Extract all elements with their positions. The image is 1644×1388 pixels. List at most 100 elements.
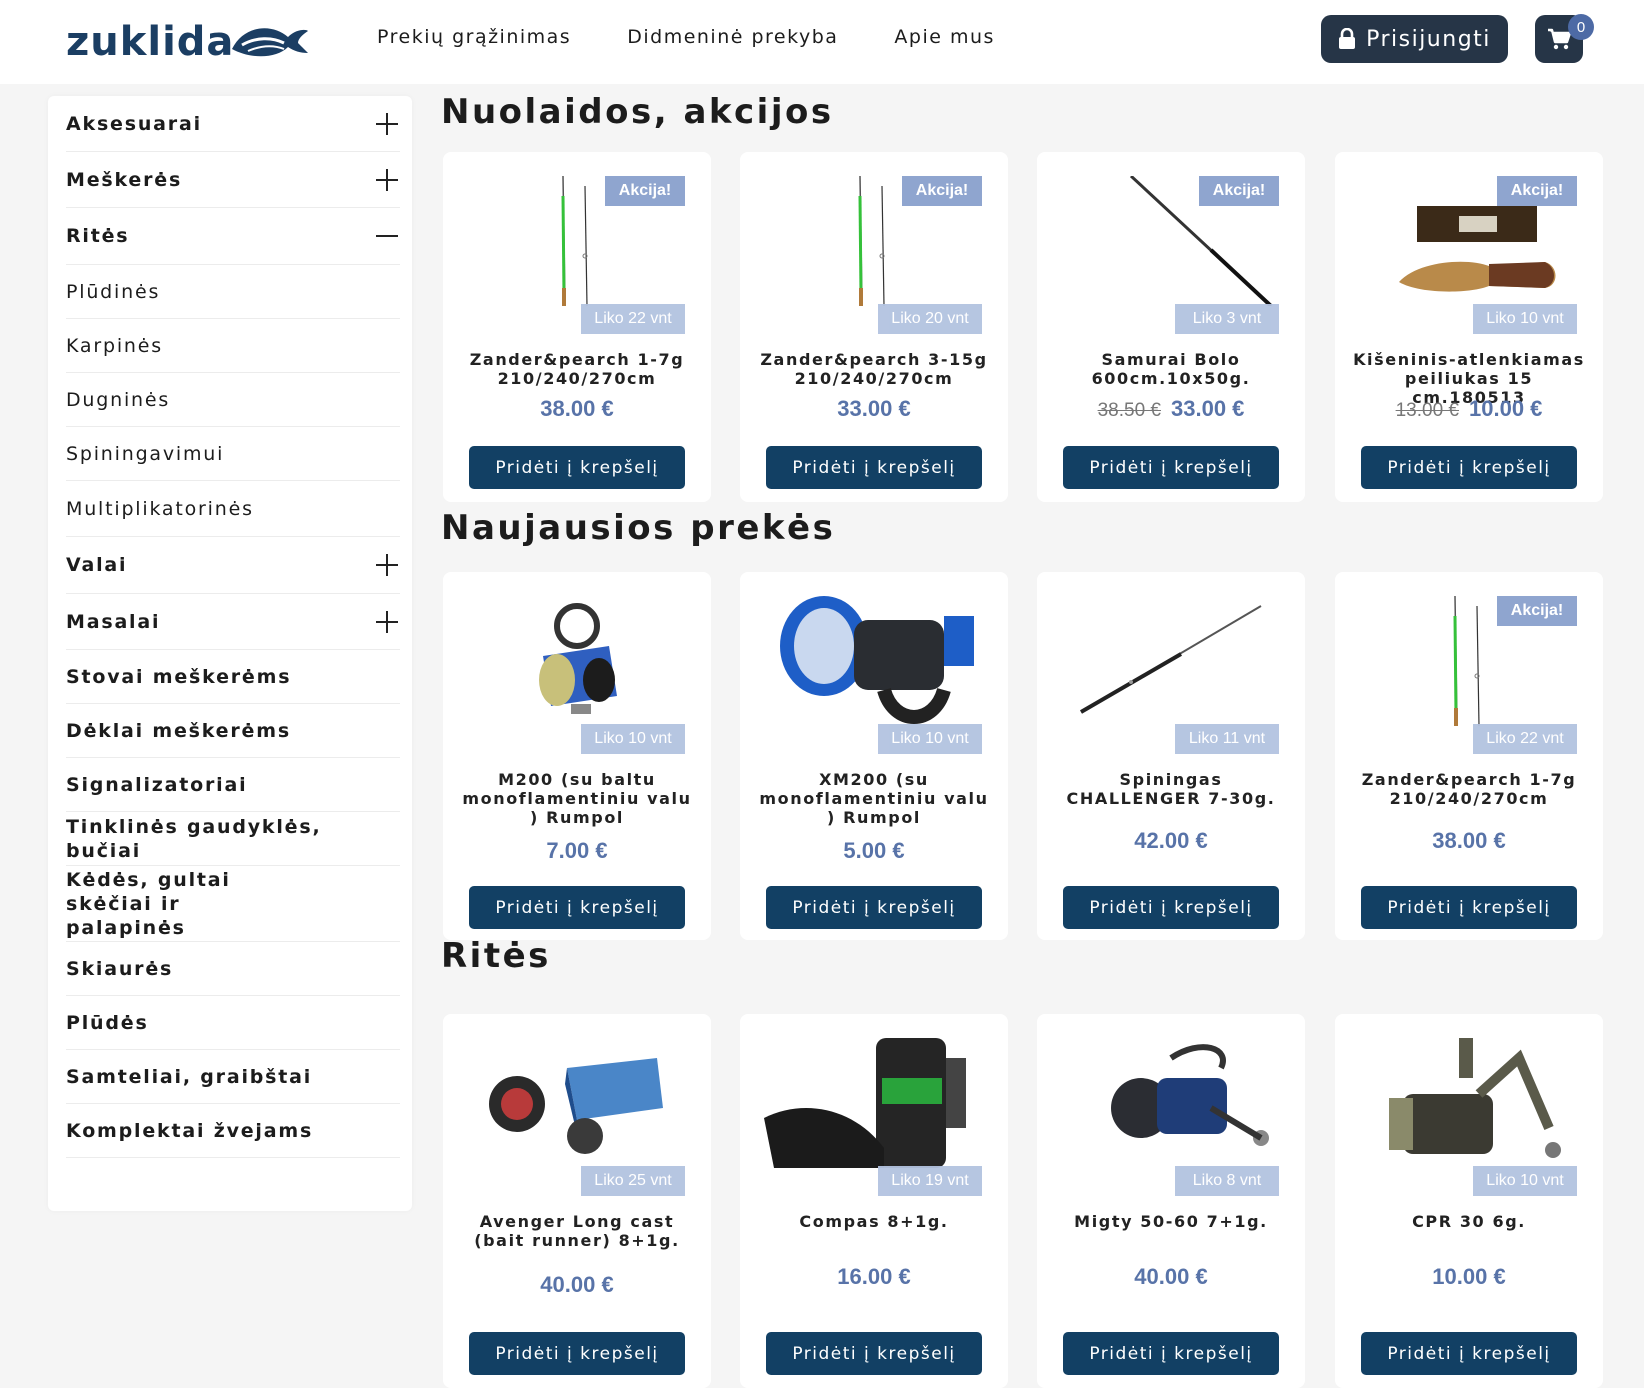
current-price: 38.00 €: [540, 396, 614, 421]
product-price: 13.00 € 10.00 €: [1335, 396, 1603, 422]
sidebar-category[interactable]: Stovai meškerėms: [66, 650, 400, 704]
sidebar-category[interactable]: Ritės: [66, 208, 400, 265]
product-card[interactable]: Akcija! Liko 22 vnt Zander&pearch 1-7g 210…: [1335, 572, 1603, 940]
sidebar-category-label: Valai: [66, 554, 128, 576]
old-price: 38.50 €: [1097, 400, 1161, 421]
add-to-cart-button[interactable]: Pridėti į krepšelį: [1063, 1332, 1279, 1375]
category-sidebar: Aksesuarai Meškerės Ritės Plūdinės Karpinės D…: [48, 96, 412, 1211]
sidebar-category[interactable]: Karpinės: [66, 319, 400, 373]
collapse-minus-icon[interactable]: [376, 225, 398, 247]
product-card[interactable]: Akcija! Liko 20 vnt Zander&pearch 3-15g 21…: [740, 152, 1008, 502]
main-nav: Prekių grąžinimas Didmeninė prekyba Apie m…: [377, 26, 995, 48]
sidebar-category[interactable]: Valai: [66, 537, 400, 594]
sidebar-category-label: Meškerės: [66, 168, 183, 191]
product-card[interactable]: Liko 8 vnt Migty 50-60 7+1g. 40.00 € Pridėt…: [1037, 1014, 1305, 1388]
sidebar-category[interactable]: Komplektai žvejams: [66, 1104, 400, 1158]
sidebar-category[interactable]: Skiaurės: [66, 942, 400, 996]
product-name[interactable]: XM200 (su monoflamentiniu valu ) Rumpol: [754, 770, 994, 827]
product-name[interactable]: Zander&pearch 1-7g 210/240/270cm: [457, 350, 697, 388]
nav-link-0[interactable]: Prekių grąžinimas: [377, 26, 571, 48]
add-to-cart-button[interactable]: Pridėti į krepšelį: [1361, 886, 1577, 929]
sidebar-category[interactable]: Plūdinės: [66, 265, 400, 319]
product-name[interactable]: Zander&pearch 1-7g 210/240/270cm: [1349, 770, 1589, 808]
sidebar-category-label: Plūdės: [66, 1011, 149, 1034]
add-to-cart-button[interactable]: Pridėti į krepšelį: [1361, 1332, 1577, 1375]
product-name[interactable]: Migty 50-60 7+1g.: [1051, 1212, 1291, 1231]
expand-plus-icon[interactable]: [376, 610, 398, 633]
product-image[interactable]: [467, 1038, 687, 1168]
expand-plus-icon[interactable]: [376, 112, 398, 135]
stock-badge: Liko 25 vnt: [581, 1166, 685, 1196]
add-to-cart-button[interactable]: Pridėti į krepšelį: [1063, 886, 1279, 929]
product-price: 40.00 €: [443, 1272, 711, 1298]
current-price: 33.00 €: [1171, 396, 1245, 421]
login-button[interactable]: Prisijungti: [1321, 15, 1508, 63]
sidebar-category-label: Ritės: [66, 225, 130, 247]
product-card[interactable]: Akcija! Liko 22 vnt Zander&pearch 1-7g 210…: [443, 152, 711, 502]
add-to-cart-button[interactable]: Pridėti į krepšelį: [469, 886, 685, 929]
product-card[interactable]: Liko 10 vnt CPR 30 6g. 10.00 € Pridėti į kr…: [1335, 1014, 1603, 1388]
fish-logo-icon: [232, 28, 309, 57]
expand-plus-icon[interactable]: [376, 554, 398, 576]
stock-badge: Liko 19 vnt: [878, 1166, 982, 1196]
sidebar-category[interactable]: Kėdės, gultai skėčiai ir palapinės: [66, 866, 400, 942]
product-card[interactable]: Akcija! Liko 10 vnt Kišeninis-atlenkiamas …: [1335, 152, 1603, 502]
sidebar-category[interactable]: Plūdės: [66, 996, 400, 1050]
product-name[interactable]: CPR 30 6g.: [1349, 1212, 1589, 1231]
sidebar-category[interactable]: Dėklai meškerėms: [66, 704, 400, 758]
product-card[interactable]: Liko 10 vnt XM200 (su monoflamentiniu val…: [740, 572, 1008, 940]
product-image[interactable]: [1359, 1038, 1579, 1168]
stock-badge: Liko 10 vnt: [581, 724, 685, 754]
sidebar-category[interactable]: Spiningavimui: [66, 427, 400, 481]
product-image[interactable]: [1061, 1038, 1281, 1168]
product-name[interactable]: Zander&pearch 3-15g 210/240/270cm: [754, 350, 994, 388]
nav-link-1[interactable]: Didmeninė prekyba: [627, 26, 838, 48]
sidebar-category[interactable]: Samteliai, graibštai: [66, 1050, 400, 1104]
product-card[interactable]: Liko 10 vnt M200 (su baltu monoflamentini…: [443, 572, 711, 940]
sidebar-category-label: Signalizatoriai: [66, 773, 248, 796]
stock-badge: Liko 11 vnt: [1175, 724, 1279, 754]
sale-badge: Akcija!: [1199, 176, 1279, 206]
sidebar-category[interactable]: Masalai: [66, 594, 400, 650]
section-title: Naujausios prekės: [441, 508, 836, 548]
expand-plus-icon[interactable]: [376, 168, 398, 191]
product-card[interactable]: Liko 19 vnt Compas 8+1g. 16.00 € Pridėti į …: [740, 1014, 1008, 1388]
product-card[interactable]: Liko 11 vnt Spiningas CHALLENGER 7-30g. 42…: [1037, 572, 1305, 940]
nav-link-2[interactable]: Apie mus: [894, 26, 995, 48]
add-to-cart-button[interactable]: Pridėti į krepšelį: [469, 446, 685, 489]
product-image[interactable]: [1061, 596, 1281, 726]
product-image[interactable]: [467, 596, 687, 726]
sidebar-category[interactable]: Dugninės: [66, 373, 400, 427]
sidebar-category-label: Skiaurės: [66, 957, 174, 980]
product-image[interactable]: [764, 596, 984, 726]
add-to-cart-button[interactable]: Pridėti į krepšelį: [1063, 446, 1279, 489]
current-price: 38.00 €: [1432, 828, 1506, 853]
site-logo[interactable]: zuklida: [66, 16, 310, 68]
product-name[interactable]: Avenger Long cast (bait runner) 8+1g.: [457, 1212, 697, 1250]
add-to-cart-button[interactable]: Pridėti į krepšelį: [766, 446, 982, 489]
sidebar-category[interactable]: Tinklinės gaudyklės, bučiai: [66, 812, 400, 866]
add-to-cart-button[interactable]: Pridėti į krepšelį: [766, 1332, 982, 1375]
product-price: 38.00 €: [1335, 828, 1603, 854]
product-card[interactable]: Akcija! Liko 3 vnt Samurai Bolo 600cm.10x5…: [1037, 152, 1305, 502]
sidebar-category-label: Kėdės, gultai skėčiai ir palapinės: [66, 868, 231, 939]
current-price: 10.00 €: [1469, 396, 1543, 421]
add-to-cart-button[interactable]: Pridėti į krepšelį: [766, 886, 982, 929]
product-image[interactable]: [764, 1038, 984, 1168]
product-name[interactable]: Spiningas CHALLENGER 7-30g.: [1051, 770, 1291, 808]
product-name[interactable]: M200 (su baltu monoflamentiniu valu ) Ru…: [457, 770, 697, 827]
current-price: 10.00 €: [1432, 1264, 1506, 1289]
add-to-cart-button[interactable]: Pridėti į krepšelį: [1361, 446, 1577, 489]
sale-badge: Akcija!: [605, 176, 685, 206]
product-name[interactable]: Samurai Bolo 600cm.10x50g.: [1051, 350, 1291, 388]
sidebar-category-label: Aksesuarai: [66, 112, 202, 135]
sidebar-category[interactable]: Aksesuarai: [66, 96, 400, 152]
sidebar-category[interactable]: Meškerės: [66, 152, 400, 208]
product-name[interactable]: Compas 8+1g.: [754, 1212, 994, 1231]
product-card[interactable]: Liko 25 vnt Avenger Long cast (bait runne…: [443, 1014, 711, 1388]
product-price: 33.00 €: [740, 396, 1008, 422]
sidebar-category[interactable]: Signalizatoriai: [66, 758, 400, 812]
sidebar-category[interactable]: Multiplikatorinės: [66, 481, 400, 537]
sale-badge: Akcija!: [1497, 176, 1577, 206]
add-to-cart-button[interactable]: Pridėti į krepšelį: [469, 1332, 685, 1375]
